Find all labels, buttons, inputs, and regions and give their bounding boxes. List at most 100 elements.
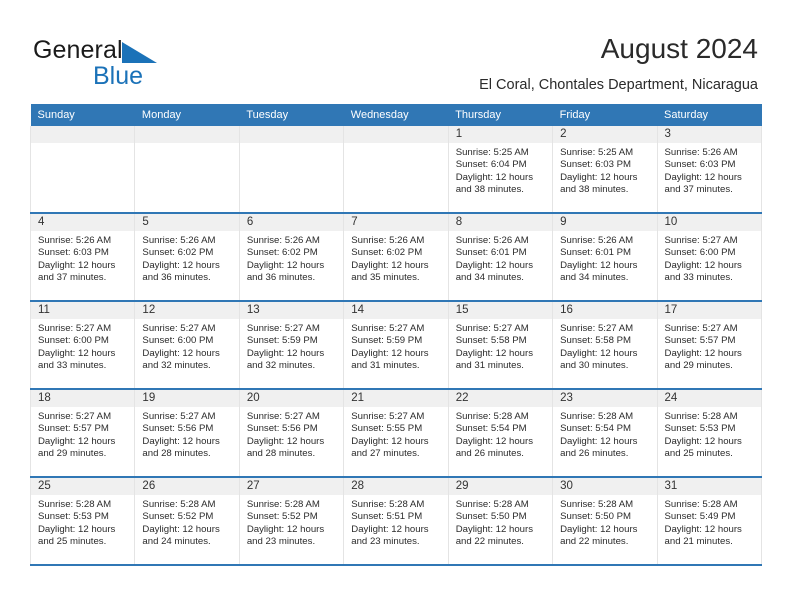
daylight-text-line1: Daylight: 12 hours [560,435,638,447]
weekday-header-thursday: Thursday [448,104,553,126]
day-number: 6 [239,214,344,231]
day-cell[interactable]: 4 Sunrise: 5:26 AM Sunset: 6:03 PM Dayli… [29,213,136,302]
generalblue-logo[interactable]: General Blue [33,36,243,90]
daylight-text-line2: and 25 minutes. [38,536,107,548]
daylight-text-line1: Daylight: 12 hours [455,347,534,359]
day-detail: Sunrise: 5:27 AM Sunset: 5:59 PM Dayligh… [240,319,343,373]
day-cell[interactable]: 29 Sunrise: 5:28 AM Sunset: 5:50 PM Dayl… [447,477,554,566]
day-detail: Sunrise: 5:25 AM Sunset: 6:03 PM Dayligh… [553,143,656,197]
day-cell[interactable]: 3 Sunrise: 5:26 AM Sunset: 6:03 PM Dayli… [656,126,763,214]
sunset-text: Sunset: 6:01 PM [560,247,632,259]
sunrise-text: Sunrise: 5:28 AM [246,499,320,510]
daylight-text-line2: and 31 minutes. [351,360,420,372]
daylight-text-line2: and 29 minutes. [38,448,107,460]
day-cell[interactable]: 18 Sunrise: 5:27 AM Sunset: 5:57 PM Dayl… [29,389,136,478]
sunset-text: Sunset: 5:54 PM [560,423,632,435]
daylight-text-line1: Daylight: 12 hours [142,435,220,447]
calendar-week-row: 4 Sunrise: 5:26 AM Sunset: 6:03 PM Dayli… [29,213,763,302]
day-cell[interactable]: 24 Sunrise: 5:28 AM Sunset: 5:53 PM Dayl… [656,389,763,478]
day-cell[interactable]: 31 Sunrise: 5:28 AM Sunset: 5:49 PM Dayl… [656,477,763,566]
daylight-text-line1: Daylight: 12 hours [38,259,116,271]
day-cell[interactable]: 2 Sunrise: 5:25 AM Sunset: 6:03 PM Dayli… [552,126,658,214]
day-cell[interactable]: 1 Sunrise: 5:25 AM Sunset: 6:04 PM Dayli… [447,126,554,214]
sunrise-text: Sunrise: 5:28 AM [455,411,529,422]
sunset-text: Sunset: 5:58 PM [455,335,527,347]
day-cell[interactable]: 13 Sunrise: 5:27 AM Sunset: 5:59 PM Dayl… [238,301,345,390]
logo-text-blue: Blue [93,62,144,90]
day-cell[interactable]: 11 Sunrise: 5:27 AM Sunset: 6:00 PM Dayl… [29,301,136,390]
daylight-text-line2: and 34 minutes. [560,272,629,284]
day-cell[interactable]: 20 Sunrise: 5:27 AM Sunset: 5:56 PM Dayl… [238,389,345,478]
day-detail: Sunrise: 5:26 AM Sunset: 6:03 PM Dayligh… [658,143,761,197]
day-number: 2 [553,126,657,143]
day-cell[interactable]: 7 Sunrise: 5:26 AM Sunset: 6:02 PM Dayli… [343,213,449,302]
day-cell[interactable]: 17 Sunrise: 5:27 AM Sunset: 5:57 PM Dayl… [656,301,763,390]
daylight-text-line2: and 38 minutes. [455,184,524,196]
day-cell[interactable]: 14 Sunrise: 5:27 AM Sunset: 5:59 PM Dayl… [343,301,449,390]
weekday-header-sunday: Sunday [30,104,135,126]
sunset-text: Sunset: 6:02 PM [142,247,214,259]
daylight-text-line1: Daylight: 12 hours [38,435,116,447]
day-cell[interactable]: 23 Sunrise: 5:28 AM Sunset: 5:54 PM Dayl… [552,389,658,478]
sunrise-text: Sunrise: 5:25 AM [455,147,529,158]
day-cell[interactable]: 5 Sunrise: 5:26 AM Sunset: 6:02 PM Dayli… [134,213,240,302]
day-detail: Sunrise: 5:26 AM Sunset: 6:02 PM Dayligh… [135,231,238,285]
day-number: 9 [553,214,657,231]
sunset-text: Sunset: 5:52 PM [142,511,214,523]
day-cell[interactable]: 30 Sunrise: 5:28 AM Sunset: 5:50 PM Dayl… [552,477,658,566]
daylight-text-line2: and 37 minutes. [664,184,733,196]
day-detail: Sunrise: 5:26 AM Sunset: 6:01 PM Dayligh… [449,231,552,285]
sunset-text: Sunset: 6:00 PM [38,335,109,347]
sunset-text: Sunset: 6:03 PM [38,247,109,259]
sunrise-text: Sunrise: 5:26 AM [664,147,738,158]
day-number: 4 [31,214,135,231]
daylight-text-line1: Daylight: 12 hours [455,523,534,535]
daylight-text-line2: and 22 minutes. [455,536,524,548]
day-detail: Sunrise: 5:28 AM Sunset: 5:53 PM Dayligh… [658,407,761,461]
day-detail: Sunrise: 5:27 AM Sunset: 5:56 PM Dayligh… [135,407,238,461]
day-number: 21 [344,390,448,407]
calendar-week-row: 25 Sunrise: 5:28 AM Sunset: 5:53 PM Dayl… [29,477,763,566]
daylight-text-line1: Daylight: 12 hours [560,347,638,359]
daylight-text-line2: and 26 minutes. [455,448,524,460]
day-number: 26 [135,478,239,495]
day-cell[interactable]: 22 Sunrise: 5:28 AM Sunset: 5:54 PM Dayl… [447,389,554,478]
logo-text-general: General [33,36,123,64]
day-cell[interactable]: 16 Sunrise: 5:27 AM Sunset: 5:58 PM Dayl… [552,301,658,390]
day-cell[interactable]: 26 Sunrise: 5:28 AM Sunset: 5:52 PM Dayl… [134,477,240,566]
day-cell[interactable]: 12 Sunrise: 5:27 AM Sunset: 6:00 PM Dayl… [134,301,240,390]
sunset-text: Sunset: 5:49 PM [664,511,736,523]
daylight-text-line1: Daylight: 12 hours [246,435,325,447]
sunrise-text: Sunrise: 5:28 AM [38,499,112,510]
day-number [135,126,239,143]
day-number: 18 [31,390,135,407]
day-cell[interactable]: 25 Sunrise: 5:28 AM Sunset: 5:53 PM Dayl… [29,477,136,566]
sunset-text: Sunset: 6:04 PM [455,159,527,171]
calendar-grid: Sunday Monday Tuesday Wednesday Thursday… [29,104,763,566]
daylight-text-line1: Daylight: 12 hours [664,435,742,447]
day-number: 13 [239,302,344,319]
daylight-text-line1: Daylight: 12 hours [560,259,638,271]
day-detail: Sunrise: 5:26 AM Sunset: 6:02 PM Dayligh… [344,231,447,285]
daylight-text-line2: and 35 minutes. [351,272,420,284]
day-cell[interactable]: 8 Sunrise: 5:26 AM Sunset: 6:01 PM Dayli… [447,213,554,302]
day-cell[interactable]: 21 Sunrise: 5:27 AM Sunset: 5:55 PM Dayl… [343,389,449,478]
day-cell[interactable]: 9 Sunrise: 5:26 AM Sunset: 6:01 PM Dayli… [552,213,658,302]
sunset-text: Sunset: 6:02 PM [351,247,423,259]
day-cell[interactable]: 15 Sunrise: 5:27 AM Sunset: 5:58 PM Dayl… [447,301,554,390]
sunset-text: Sunset: 5:56 PM [246,423,318,435]
day-cell[interactable]: 19 Sunrise: 5:27 AM Sunset: 5:56 PM Dayl… [134,389,240,478]
daylight-text-line2: and 38 minutes. [560,184,629,196]
day-detail: Sunrise: 5:27 AM Sunset: 5:59 PM Dayligh… [344,319,447,373]
day-number: 11 [31,302,135,319]
day-cell[interactable]: 10 Sunrise: 5:27 AM Sunset: 6:00 PM Dayl… [656,213,763,302]
daylight-text-line2: and 26 minutes. [560,448,629,460]
day-detail: Sunrise: 5:28 AM Sunset: 5:54 PM Dayligh… [553,407,656,461]
day-cell[interactable]: 6 Sunrise: 5:26 AM Sunset: 6:02 PM Dayli… [238,213,345,302]
day-cell[interactable]: 27 Sunrise: 5:28 AM Sunset: 5:52 PM Dayl… [238,477,345,566]
daylight-text-line1: Daylight: 12 hours [455,435,534,447]
day-number: 7 [344,214,448,231]
sunrise-text: Sunrise: 5:27 AM [246,411,320,422]
daylight-text-line1: Daylight: 12 hours [246,523,325,535]
day-cell[interactable]: 28 Sunrise: 5:28 AM Sunset: 5:51 PM Dayl… [343,477,449,566]
